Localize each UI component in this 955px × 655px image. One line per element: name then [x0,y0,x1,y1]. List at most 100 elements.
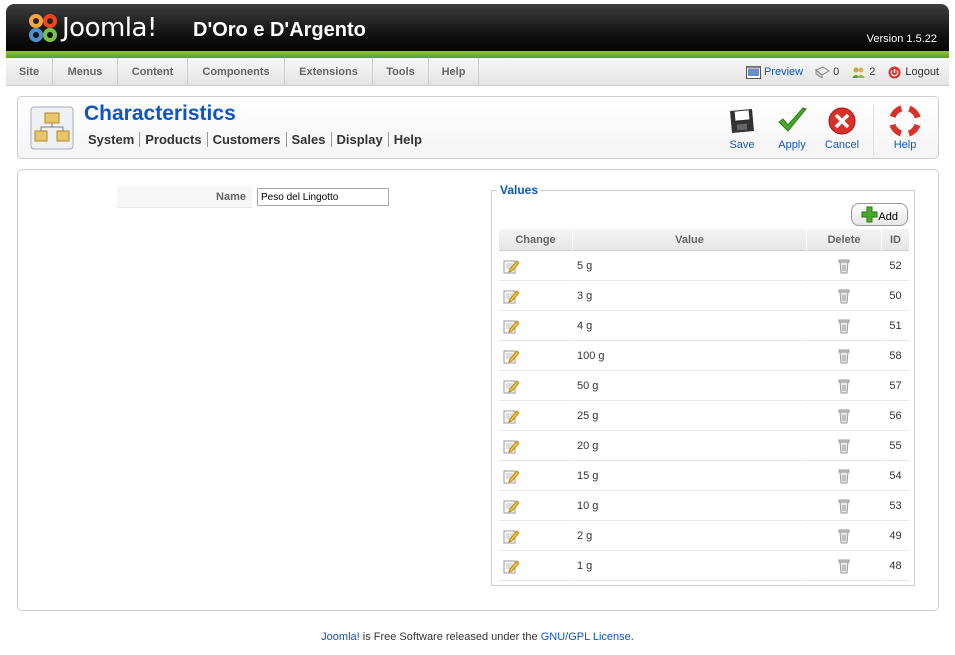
change-cell[interactable] [499,462,572,491]
preview-link[interactable]: Preview [745,65,803,79]
name-label: Name [117,186,252,208]
menu-item-help[interactable]: Help [429,58,479,86]
menu-item-components[interactable]: Components [188,58,285,86]
menu-item-extensions[interactable]: Extensions [285,58,373,86]
submenu-system[interactable]: System [88,132,141,147]
menu-item-tools[interactable]: Tools [373,58,429,86]
help-lifebuoy-icon [889,105,921,137]
column-header-change: Change [499,229,572,251]
delete-cell[interactable] [807,342,881,371]
delete-cell[interactable] [807,522,881,551]
delete-cell[interactable] [807,462,881,491]
toolbar-box: Characteristics System Products Customer… [17,96,939,159]
edit-icon [503,290,519,304]
footer-end: . [630,631,634,643]
value-cell: 20 g [573,432,806,461]
menu-item-content[interactable]: Content [118,58,188,86]
edit-icon [503,440,519,454]
save-icon [730,109,754,133]
cancel-icon [828,107,856,135]
trash-icon [838,469,850,483]
submenu-help[interactable]: Help [389,132,427,147]
table-row: 25 g 56 [499,402,909,431]
save-label: Save [729,139,755,151]
change-cell[interactable] [499,492,572,521]
footer-joomla-link[interactable]: Joomla! [321,631,360,643]
trash-icon [838,529,850,543]
change-cell[interactable] [499,522,572,551]
change-cell[interactable] [499,282,572,311]
edit-icon [503,350,519,364]
apply-checkmark-icon [778,107,807,132]
trash-icon [838,349,850,363]
id-cell: 48 [882,552,909,581]
trash-icon [838,289,850,303]
save-button[interactable]: Save [717,105,767,155]
value-cell: 10 g [573,492,806,521]
change-cell[interactable] [499,402,572,431]
cancel-label: Cancel [824,139,860,151]
logout-label: Logout [905,66,939,78]
menu-bar: Site Menus Content Components Extensions… [6,58,949,86]
change-cell[interactable] [499,432,572,461]
table-row: 15 g 54 [499,462,909,491]
value-cell: 25 g [573,402,806,431]
joomla-logo[interactable]: Joomla! [28,13,157,43]
trash-icon [838,379,850,393]
users-link[interactable]: 2 [851,66,875,79]
messages-link[interactable]: 0 [815,65,839,79]
value-cell: 5 g [573,252,806,281]
menu-item-site[interactable]: Site [6,58,53,86]
footer: Joomla! is Free Software released under … [0,631,955,643]
trash-icon [838,439,850,453]
values-fieldset: Values Add Change Value Delete ID 5 g 52 3… [491,183,915,586]
delete-cell[interactable] [807,432,881,461]
logout-link[interactable]: Logout [887,66,939,79]
edit-icon [503,470,519,484]
id-cell: 56 [882,402,909,431]
delete-cell[interactable] [807,282,881,311]
toolbar-buttons: Save Apply Cancel Help [717,105,930,155]
page-title: Characteristics [84,102,236,125]
cancel-button[interactable]: Cancel [817,105,867,155]
delete-cell[interactable] [807,372,881,401]
footer-license-link[interactable]: GNU/GPL License [541,631,631,643]
change-cell[interactable] [499,552,572,581]
trash-icon [838,559,850,573]
add-value-button[interactable]: Add [851,203,908,226]
delete-cell[interactable] [807,252,881,281]
users-count: 2 [869,66,876,78]
delete-cell[interactable] [807,402,881,431]
submenu-customers[interactable]: Customers [208,132,287,147]
submenu-sales[interactable]: Sales [287,132,332,147]
submenu-products[interactable]: Products [140,132,208,147]
value-cell: 1 g [573,552,806,581]
menu-item-menus[interactable]: Menus [53,58,118,86]
table-row: 20 g 55 [499,432,909,461]
edit-icon [503,380,519,394]
delete-cell[interactable] [807,552,881,581]
name-input[interactable] [257,188,389,206]
table-row: 4 g 51 [499,312,909,341]
id-cell: 54 [882,462,909,491]
apply-button[interactable]: Apply [767,105,817,155]
delete-cell[interactable] [807,492,881,521]
table-row: 2 g 49 [499,522,909,551]
content-box: Name Values Add Change Value Delete ID 5… [17,169,939,611]
edit-icon [503,560,519,574]
help-button[interactable]: Help [880,105,930,155]
submenu-display[interactable]: Display [332,132,389,147]
change-cell[interactable] [499,312,572,341]
delete-cell[interactable] [807,312,881,341]
edit-icon [503,410,519,424]
table-row: 5 g 52 [499,252,909,281]
users-icon [852,67,866,78]
trash-icon [838,409,850,423]
id-cell: 52 [882,252,909,281]
id-cell: 50 [882,282,909,311]
change-cell[interactable] [499,342,572,371]
change-cell[interactable] [499,372,572,401]
site-title: D'Oro e D'Argento [193,19,366,41]
change-cell[interactable] [499,252,572,281]
value-cell: 3 g [573,282,806,311]
